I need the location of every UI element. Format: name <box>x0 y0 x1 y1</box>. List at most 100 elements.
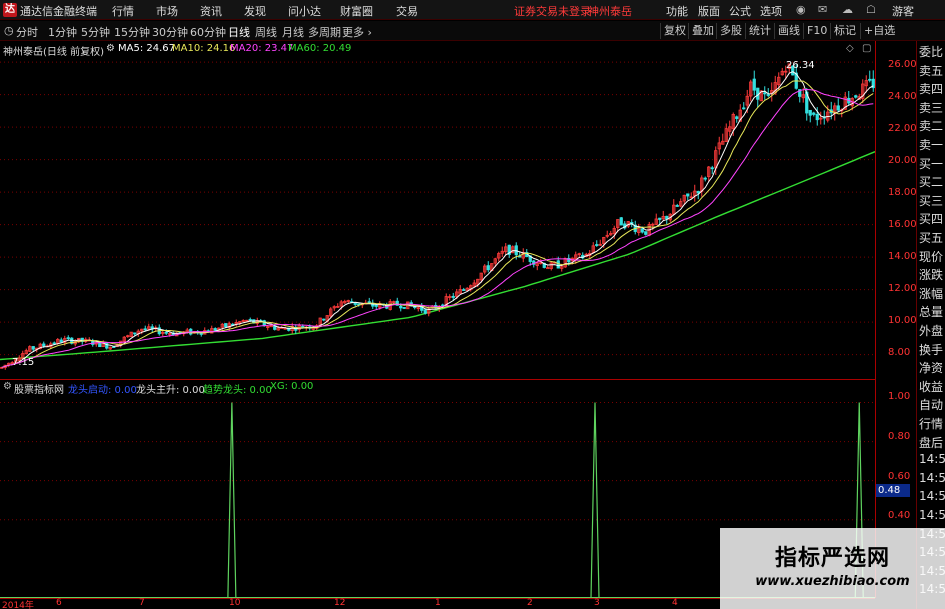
f10-button[interactable]: F10 <box>803 23 830 39</box>
help-icon[interactable]: ◉ <box>796 3 806 16</box>
period-60min[interactable]: 60分钟 <box>190 24 226 40</box>
menu-bar: 达 通达信金融终端 行情 市场 资讯 发现 问小达 财富圈 交易 证券交易未登录… <box>0 0 945 20</box>
period-more[interactable]: 更多 › <box>342 24 372 40</box>
candle-body <box>322 318 326 321</box>
menu-item-discover[interactable]: 发现 <box>244 3 266 19</box>
candle-body <box>854 95 858 98</box>
y-tick: 20.00 <box>888 155 917 166</box>
cloud-icon[interactable]: ☖ <box>866 3 876 16</box>
candle-body <box>703 177 707 180</box>
statistics-button[interactable]: 统计 <box>745 23 774 39</box>
current-stock-name: 神州泰岳 <box>588 5 632 18</box>
period-weekly[interactable]: 周线 <box>255 24 277 40</box>
chat-icon[interactable]: ☁ <box>842 3 853 16</box>
settings-diamond-icon[interactable]: ◇ <box>846 43 854 54</box>
candle-body <box>59 339 63 343</box>
date-label: 3 <box>594 598 600 608</box>
candle-body <box>143 328 147 331</box>
overlay-button[interactable]: 叠加 <box>688 23 717 39</box>
candle-body <box>696 190 700 194</box>
menu-item-ask[interactable]: 问小达 <box>288 3 321 19</box>
period-1min[interactable]: 1分钟 <box>48 24 77 40</box>
period-5min[interactable]: 5分钟 <box>81 24 110 40</box>
maximize-icon[interactable]: ▢ <box>862 43 871 54</box>
y-tick: 10.00 <box>888 315 917 326</box>
candle-body <box>353 302 357 305</box>
y-tick: 24.00 <box>888 91 917 102</box>
candle-body <box>486 265 490 271</box>
ma60-line <box>0 151 875 361</box>
mail-icon[interactable]: ✉ <box>818 3 827 16</box>
period-30min[interactable]: 30分钟 <box>152 24 188 40</box>
candle-body <box>66 337 70 340</box>
menu-item-wealth[interactable]: 财富圈 <box>340 3 373 19</box>
candle-body <box>812 112 816 115</box>
candle-body <box>423 309 427 314</box>
quote-panel-item: 卖二 <box>919 119 944 134</box>
add-favorite-button[interactable]: +自选 <box>860 23 898 39</box>
trade-login-warning[interactable]: 证券交易未登录 <box>514 3 591 19</box>
period-multi[interactable]: 多周期 <box>308 24 341 40</box>
candle-body <box>815 113 819 121</box>
quote-panel-item: 14:50 <box>919 452 945 467</box>
menu-item-quotes[interactable]: 行情 <box>112 3 134 19</box>
candle-body <box>868 78 872 81</box>
candle-body <box>367 301 371 304</box>
quote-panel-item: 买三 <box>919 193 944 208</box>
candle-body <box>224 323 228 328</box>
candle-body <box>595 244 599 246</box>
menu-item-options[interactable]: 选项 <box>760 3 782 19</box>
guest-label[interactable]: 游客 <box>892 3 914 19</box>
menu-item-function[interactable]: 功能 <box>666 3 688 19</box>
indicator-line-1: 龙头启动: 0.00 <box>68 385 137 396</box>
y-tick: 1.00 <box>888 391 911 402</box>
date-label: 12 <box>334 598 346 608</box>
app-logo-icon: 达 <box>3 3 17 17</box>
period-15min[interactable]: 15分钟 <box>114 24 150 40</box>
adjust-button[interactable]: 复权 <box>660 23 689 39</box>
date-label: 6 <box>56 598 62 608</box>
candle-body <box>248 319 252 321</box>
menu-item-layout[interactable]: 版面 <box>698 3 720 19</box>
candle-body <box>451 295 455 298</box>
menu-item-news[interactable]: 资讯 <box>200 3 222 19</box>
date-label: 2014年 <box>2 601 34 609</box>
indicator-gear-icon[interactable]: ⚙ <box>3 381 12 392</box>
menu-item-trade[interactable]: 交易 <box>396 3 418 19</box>
menu-item-market[interactable]: 市场 <box>156 3 178 19</box>
y-tick: 14.00 <box>888 251 917 262</box>
indicator-line-4: XG: 0.00 <box>270 381 314 392</box>
y-tick: 22.00 <box>888 123 917 134</box>
candle-body <box>546 267 550 270</box>
quote-panel-item: 换手 <box>919 342 944 357</box>
candle-body <box>808 109 812 116</box>
quote-panel-item: 涨幅 <box>919 286 944 301</box>
y-tick: 0.80 <box>888 431 911 442</box>
quote-panel-item: 涨跌 <box>919 268 944 283</box>
quote-panel-item: 卖一 <box>919 138 944 152</box>
candle-body <box>462 289 466 291</box>
price-chart[interactable] <box>0 41 875 379</box>
period-daily[interactable]: 日线 <box>228 24 250 40</box>
candle-body <box>402 307 406 309</box>
candle-body <box>213 328 217 331</box>
period-monthly[interactable]: 月线 <box>282 24 304 40</box>
draw-line-button[interactable]: 画线 <box>774 23 803 39</box>
quote-panel-item: 外盘 <box>919 324 944 338</box>
multi-stock-button[interactable]: 多股 <box>716 23 745 39</box>
candle-body <box>164 331 168 334</box>
signal-spike <box>590 402 600 598</box>
y-tick: 18.00 <box>888 187 917 198</box>
candle-body <box>133 332 137 335</box>
quote-panel-item: 14:50 <box>919 489 945 504</box>
menu-item-formula[interactable]: 公式 <box>729 3 751 19</box>
legend-gear-icon[interactable]: ⚙ <box>106 43 115 54</box>
date-label: 4 <box>672 598 678 608</box>
candle-body <box>710 167 714 170</box>
candle-body <box>31 346 35 350</box>
mark-button[interactable]: 标记 <box>830 23 859 39</box>
quote-panel-item: 总量 <box>919 305 944 320</box>
candle-body <box>374 304 378 307</box>
candle-body <box>766 94 770 96</box>
period-timeshare[interactable]: 分时 <box>16 24 38 40</box>
